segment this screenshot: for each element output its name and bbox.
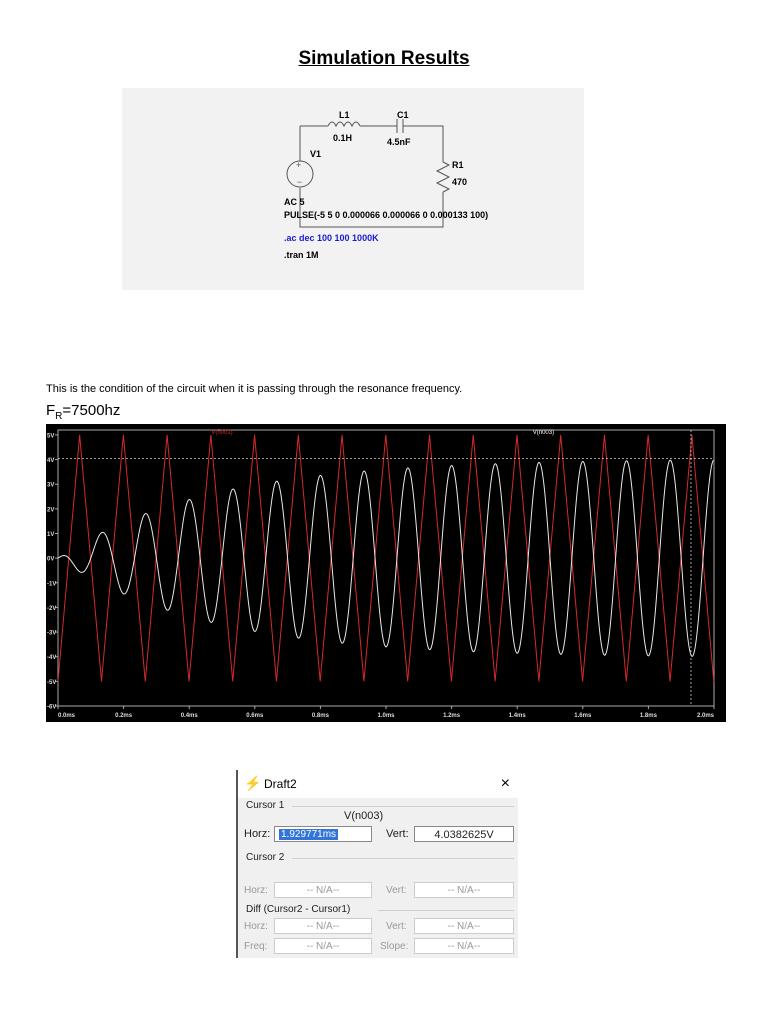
resonance-frequency: FR=7500hz (46, 402, 121, 422)
y-tick-label: -4V (47, 655, 56, 661)
c1-value: 4.5nF (387, 137, 411, 147)
horz-label: Horz: (244, 828, 271, 840)
group-divider (378, 910, 514, 911)
group-divider (292, 806, 514, 807)
legend-vn001: V(n001) (211, 430, 232, 436)
x-tick-label: 0.6ms (246, 713, 264, 719)
ac-directive: .ac dec 100 100 1000K (284, 233, 379, 243)
x-tick-label: 0.4ms (181, 713, 199, 719)
schematic-panel: + − L1 0.1H C1 4.5nF R1 470 V1 AC 5 PULS… (122, 88, 584, 290)
c2-horz-label: Horz: (244, 885, 268, 896)
y-tick-label: 4V (47, 458, 54, 464)
y-tick-label: 2V (47, 507, 54, 513)
trace-name: V(n003) (344, 810, 384, 822)
y-tick-label: -6V (47, 705, 56, 711)
x-tick-label: 1.6ms (574, 713, 592, 719)
waveform-plot[interactable]: 5V 4V 3V 2V 1V 0V -1V -2V -3V -4V -5V -6V 0.0ms 0.2ms… (46, 424, 726, 722)
diff-vert-field[interactable]: -- N/A-- (414, 918, 514, 934)
y-tick-label: 0V (47, 557, 54, 563)
source-pulse-label: PULSE(-5 5 0 0.000066 0.000066 0 0.00013… (284, 210, 488, 220)
y-tick-label: -2V (47, 606, 56, 612)
cursor1-vert-field[interactable]: 4.0382625V (414, 826, 514, 842)
page-title: Simulation Results (298, 48, 470, 69)
cursor-window-titlebar[interactable]: ⚡ Draft2 × (238, 770, 518, 798)
l1-value: 0.1H (333, 133, 352, 143)
y-tick-label: -3V (47, 631, 56, 637)
r1-name: R1 (452, 160, 464, 170)
diff-vert-label: Vert: (386, 921, 407, 932)
svg-text:+: + (296, 160, 301, 170)
resistor-r1-symbol (435, 161, 451, 193)
diff-horz-field[interactable]: -- N/A-- (274, 918, 372, 934)
cursor-window: ⚡ Draft2 × Cursor 1 V(n003) Horz: 1.9297… (236, 770, 518, 958)
y-tick-label: 3V (47, 483, 54, 489)
cursor2-horz-field[interactable]: -- N/A-- (274, 882, 372, 898)
y-tick-label: 5V (47, 433, 54, 439)
x-tick-label: 0.2ms (115, 713, 133, 719)
tran-directive: .tran 1M (284, 250, 319, 260)
cursor2-group-label: Cursor 2 (246, 852, 285, 863)
y-tick-label: -5V (47, 680, 56, 686)
freq-label: Freq: (244, 941, 268, 952)
plot-frame (57, 429, 715, 707)
x-tick-label: 0.0ms (58, 713, 76, 719)
diff-horz-label: Horz: (244, 921, 268, 932)
svg-text:−: − (297, 177, 302, 187)
capacitor-c1-symbol (396, 119, 404, 133)
r1-value: 470 (452, 177, 467, 187)
freq-field[interactable]: -- N/A-- (274, 938, 372, 954)
x-tick-label: 1.2ms (443, 713, 461, 719)
close-button[interactable]: × (501, 775, 510, 793)
vert-label: Vert: (386, 828, 409, 840)
x-tick-label: 0.8ms (312, 713, 330, 719)
c2-vert-label: Vert: (386, 885, 407, 896)
wire (299, 188, 444, 228)
group-divider (292, 858, 514, 859)
y-tick-label: -1V (47, 581, 56, 587)
slope-label: Slope: (380, 941, 409, 952)
slope-field[interactable]: -- N/A-- (414, 938, 514, 954)
x-tick-label: 2.0ms (697, 713, 715, 719)
c1-name: C1 (397, 110, 409, 120)
x-tick-label: 1.4ms (509, 713, 527, 719)
source-ac-label: AC 5 (284, 197, 305, 207)
cursor1-group-label: Cursor 1 (246, 800, 285, 811)
v1-name: V1 (310, 149, 321, 159)
inductor-l1-symbol (327, 121, 361, 128)
description-text: This is the condition of the circuit whe… (46, 383, 463, 395)
window-title: Draft2 (264, 777, 297, 791)
cursor1-horz-field[interactable]: 1.929771ms (274, 826, 372, 842)
y-tick-label: 1V (47, 532, 54, 538)
x-tick-label: 1.0ms (377, 713, 395, 719)
probe-icon: ⚡ (244, 775, 262, 791)
l1-name: L1 (339, 110, 350, 120)
x-tick-label: 1.8ms (640, 713, 658, 719)
diff-group-label: Diff (Cursor2 - Cursor1) (246, 904, 351, 915)
cursor2-vert-field[interactable]: -- N/A-- (414, 882, 514, 898)
legend-vn003: V(n003) (533, 430, 554, 436)
